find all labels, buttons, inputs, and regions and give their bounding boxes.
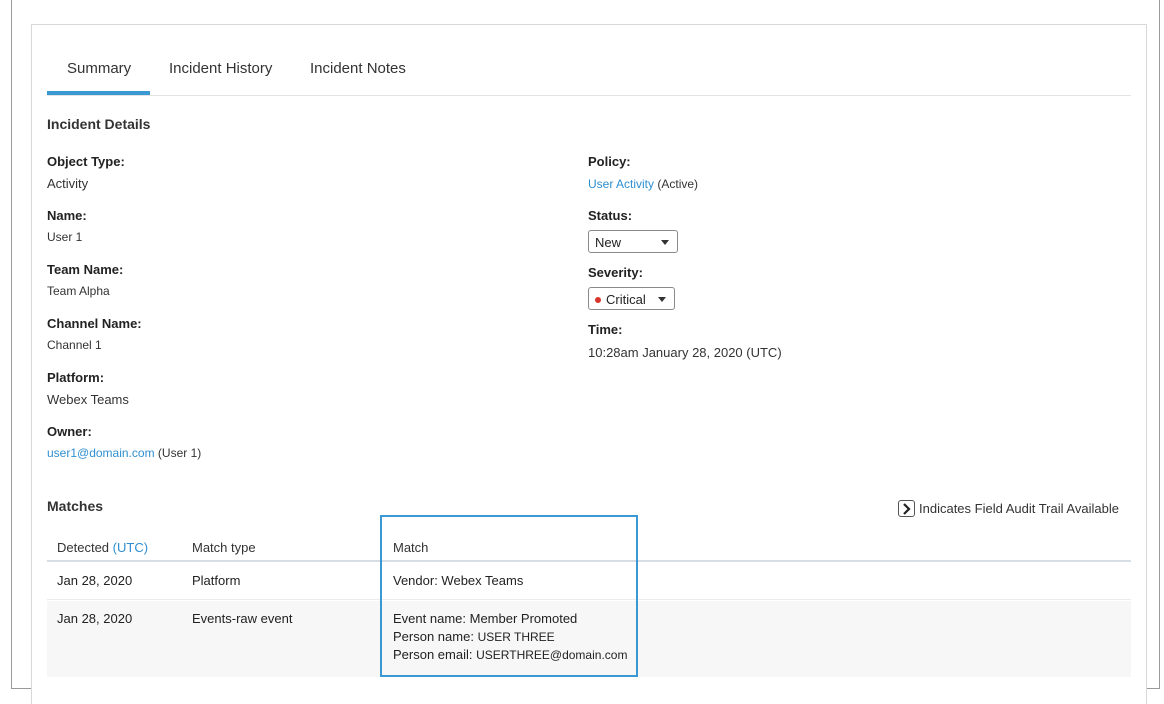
owner-email-link[interactable]: user1@domain.com xyxy=(47,446,155,460)
owner-label: Owner: xyxy=(47,424,92,439)
name-value: User 1 xyxy=(47,230,83,244)
column-detected-timezone: (UTC) xyxy=(112,540,149,555)
policy-label: Policy: xyxy=(588,154,631,169)
audit-trail-note: Indicates Field Audit Trail Available xyxy=(919,501,1119,516)
match-cell: Vendor: Webex Teams xyxy=(393,573,524,588)
time-value: 10:28am January 28, 2020 (UTC) xyxy=(588,345,782,360)
platform-label: Platform: xyxy=(47,370,105,385)
event-name-label: Event name: xyxy=(393,611,466,626)
column-detected-label: Detected xyxy=(57,540,110,555)
tab-incident-history[interactable]: Incident History xyxy=(169,60,272,77)
chevron-right-icon xyxy=(898,500,915,517)
team-name-label: Team Name: xyxy=(47,262,124,277)
tab-bar: Summary Incident History Incident Notes xyxy=(47,25,1131,96)
match-type-cell: Events-raw event xyxy=(192,611,293,626)
detected-cell: Jan 28, 2020 xyxy=(57,573,133,588)
person-name-value: USER THREE xyxy=(477,630,555,644)
object-type-value: Activity xyxy=(47,176,89,191)
tab-summary[interactable]: Summary xyxy=(67,60,131,77)
column-match-type[interactable]: Match type xyxy=(192,540,256,555)
table-row: Jan 28, 2020 Events-raw event Event name… xyxy=(47,601,1131,677)
name-label: Name: xyxy=(47,208,87,223)
status-select[interactable]: New xyxy=(588,230,678,253)
severity-select[interactable]: Critical xyxy=(588,287,675,310)
audit-trail-legend: Indicates Field Audit Trail Available xyxy=(898,500,1119,517)
owner-value: user1@domain.com (User 1) xyxy=(47,446,201,460)
incident-details-title: Incident Details xyxy=(47,116,151,132)
person-email-value: USERTHREE@domain.com xyxy=(476,648,628,662)
incident-panel: Summary Incident History Incident Notes … xyxy=(31,24,1147,704)
match-event-name: Event name: Member Promoted xyxy=(393,611,577,626)
matches-table-header: Detected (UTC) Match type Match xyxy=(47,527,1131,562)
detected-cell: Jan 28, 2020 xyxy=(57,611,133,626)
status-label: Status: xyxy=(588,208,633,223)
match-person-email: Person email: USERTHREE@domain.com xyxy=(393,647,627,662)
channel-name-label: Channel Name: xyxy=(47,316,142,331)
event-name-value: Member Promoted xyxy=(469,611,578,626)
critical-dot-icon xyxy=(595,297,601,303)
policy-value: User Activity (Active) xyxy=(588,177,698,191)
owner-suffix: (User 1) xyxy=(157,446,202,460)
matches-title: Matches xyxy=(47,498,104,514)
channel-name-value: Channel 1 xyxy=(47,338,102,352)
person-name-label: Person name: xyxy=(393,629,474,644)
tab-incident-notes[interactable]: Incident Notes xyxy=(310,60,406,77)
platform-value: Webex Teams xyxy=(47,392,129,407)
caret-down-icon xyxy=(658,297,666,302)
active-tab-indicator xyxy=(47,91,150,95)
table-row: Jan 28, 2020 Platform Vendor: Webex Team… xyxy=(47,564,1131,600)
time-label: Time: xyxy=(588,322,623,337)
policy-link[interactable]: User Activity xyxy=(588,177,654,191)
column-detected[interactable]: Detected (UTC) xyxy=(57,540,148,555)
severity-label: Severity: xyxy=(588,265,643,280)
status-selected-value: New xyxy=(595,235,622,250)
policy-suffix: (Active) xyxy=(657,177,699,191)
severity-selected-value: Critical xyxy=(606,292,646,307)
team-name-value: Team Alpha xyxy=(47,284,110,298)
match-type-cell: Platform xyxy=(192,573,241,588)
person-email-label: Person email: xyxy=(393,647,473,662)
column-match[interactable]: Match xyxy=(393,540,428,555)
caret-down-icon xyxy=(661,240,669,245)
match-person-name: Person name: USER THREE xyxy=(393,629,555,644)
object-type-label: Object Type: xyxy=(47,154,125,169)
